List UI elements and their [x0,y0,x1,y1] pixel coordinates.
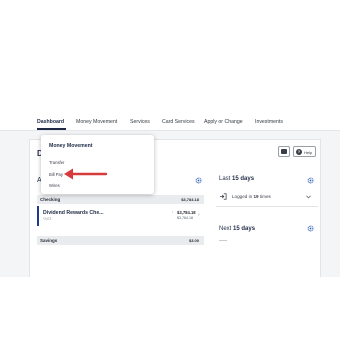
next-label-bold: 15 days [233,226,256,232]
top-nav-bar: Dashboard Money Movement Services Card S… [0,97,340,131]
savings-label: Savings [40,238,58,243]
upcoming-row-partial [219,240,227,244]
divider [216,206,318,207]
activity-settings-gear-icon[interactable] [307,177,314,184]
nav-item-money-movement[interactable]: Money Movement [76,119,117,125]
checking-group-header: Checking $3,784.18 [37,195,204,204]
logged-in-prefix: Logged in [232,194,254,199]
last-label-bold: 15 days [232,176,255,182]
nav-item-dashboard[interactable]: Dashboard [37,119,64,125]
screenshot-stage: Dashboard Money Movement Services Card S… [0,0,340,340]
nav-item-apply-or-change[interactable]: Apply or Change [204,119,243,125]
next-15-days-title: Next 15 days [219,226,255,232]
print-button[interactable] [278,146,290,157]
help-button-label: Help [304,150,313,155]
logged-in-row[interactable]: Logged in 19 times [219,192,315,203]
savings-group-header: Savings $3.00 [37,236,204,245]
account-available: $3,784.18 [177,216,193,220]
account-chevron-left-icon: ‹ [172,210,174,214]
nav-item-services[interactable]: Services [130,119,150,125]
help-icon: ? [296,149,302,155]
checking-total: $3,784.18 [181,197,199,202]
account-chevron-right-icon: › [198,212,200,218]
help-button[interactable]: ? Help [293,146,316,157]
next-label-prefix: Next [219,226,234,232]
print-icon [281,149,287,154]
account-row-dividend-rewards[interactable]: Dividend Rewards Che... *2473 ‹ $3,784.1… [37,206,204,226]
chevron-down-icon [306,195,311,199]
account-balance: $3,784.18 [177,210,196,215]
accounts-settings-gear-icon[interactable] [195,177,202,184]
last-label-prefix: Last [219,176,233,182]
nav-item-investments[interactable]: Investments [255,119,283,125]
logged-in-suffix: times [258,194,271,199]
dropdown-item-transfer[interactable]: Transfer [49,160,64,165]
money-movement-dropdown: Money Movement Transfer Bill Pay Wires [41,135,154,194]
last-15-days-title: Last 15 days [219,176,254,182]
login-icon [219,193,227,200]
account-name: Dividend Rewards Che... [43,210,104,216]
logged-in-text: Logged in 19 times [232,194,271,199]
savings-total: $3.00 [188,238,199,243]
active-nav-indicator [37,128,66,130]
dropdown-item-wires[interactable]: Wires [49,183,60,188]
upcoming-settings-gear-icon[interactable] [307,225,314,232]
dropdown-item-bill-pay[interactable]: Bill Pay [49,172,63,177]
dropdown-title: Money Movement [49,143,93,149]
nav-item-card-services[interactable]: Card Services [162,119,195,125]
checking-label: Checking [40,197,61,202]
red-arrow-annotation-icon [64,168,108,180]
account-number: *2473 [43,217,52,221]
